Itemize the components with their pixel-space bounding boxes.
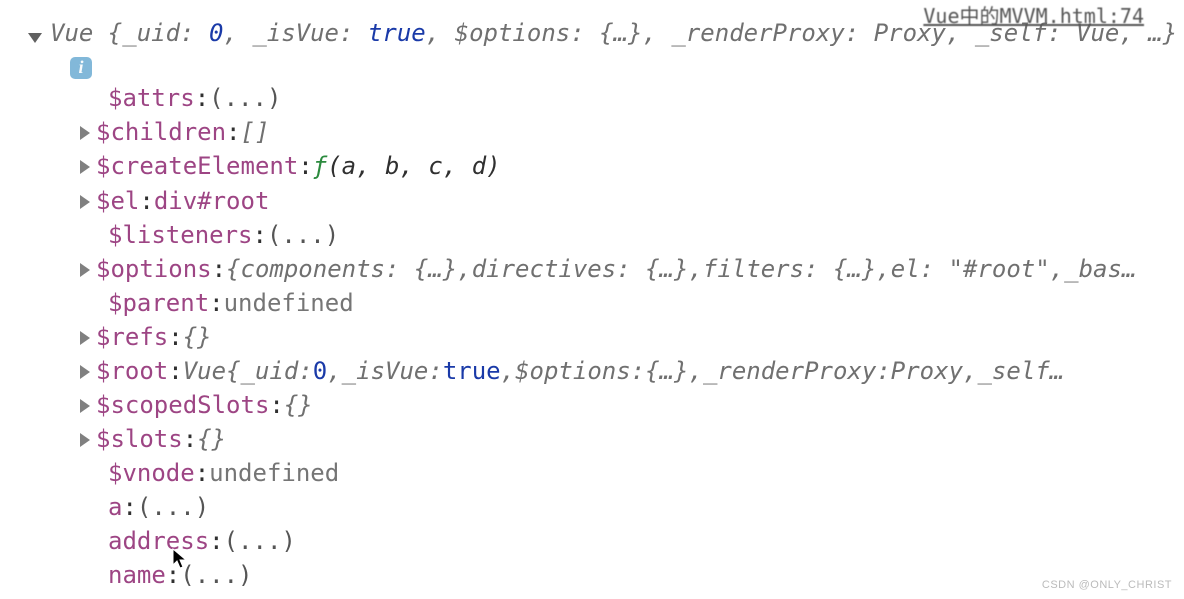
property-value: (...) xyxy=(209,81,281,115)
property-value: {} xyxy=(197,422,226,456)
property-value: {} xyxy=(284,388,313,422)
property-value: (...) xyxy=(137,490,209,524)
property-value: {} xyxy=(183,320,212,354)
property-key: $children xyxy=(96,115,226,149)
property-key: $attrs xyxy=(108,81,195,115)
chevron-right-icon[interactable] xyxy=(80,263,90,277)
property-key: $vnode xyxy=(108,456,195,490)
property-value: (...) xyxy=(224,524,296,558)
property-key: a xyxy=(108,490,122,524)
chevron-right-icon[interactable] xyxy=(80,160,90,174)
chevron-right-icon[interactable] xyxy=(80,195,90,209)
property-key: $createElement xyxy=(96,149,298,183)
property-key: $scopedSlots xyxy=(96,388,269,422)
chevron-right-icon[interactable] xyxy=(80,433,90,447)
property-row[interactable]: $vnode: undefined xyxy=(80,456,1184,490)
property-row[interactable]: $createElement: ƒ (a, b, c, d) xyxy=(80,149,1184,183)
property-row[interactable]: $root: Vue {_uid: 0, _isVue: true, $opti… xyxy=(80,354,1184,388)
chevron-right-icon[interactable] xyxy=(80,365,90,379)
property-row[interactable]: name: (...) xyxy=(80,558,1184,592)
property-row[interactable]: $attrs: (...) xyxy=(80,81,1184,115)
property-key: $parent xyxy=(108,286,209,320)
property-key: $options xyxy=(96,252,212,286)
property-value: undefined xyxy=(224,286,354,320)
watermark: CSDN @ONLY_CHRIST xyxy=(1042,579,1172,591)
property-value: [] xyxy=(241,115,270,149)
property-key: name xyxy=(108,558,166,592)
property-value: undefined xyxy=(209,456,339,490)
property-value: (...) xyxy=(180,558,252,592)
chevron-right-icon[interactable] xyxy=(80,399,90,413)
property-key: $listeners xyxy=(108,218,253,252)
info-icon[interactable]: i xyxy=(70,57,92,79)
property-row[interactable]: $parent: undefined xyxy=(80,286,1184,320)
source-file-link[interactable]: Vue中的MVVM.html:74 xyxy=(923,0,1144,29)
chevron-down-icon[interactable] xyxy=(28,33,42,43)
property-row[interactable]: $options: {components: {…}, directives: … xyxy=(80,252,1184,286)
function-glyph: ƒ xyxy=(313,149,327,183)
property-key: $root xyxy=(96,354,168,388)
property-key: address xyxy=(108,524,209,558)
console-output: Vue {_uid: 0, _isVue: true, $options: {…… xyxy=(0,0,1184,592)
property-row[interactable]: $scopedSlots: {} xyxy=(80,388,1184,422)
chevron-right-icon[interactable] xyxy=(80,126,90,140)
property-value: (...) xyxy=(267,218,339,252)
property-value: div#root xyxy=(154,184,270,218)
property-key: $el xyxy=(96,184,139,218)
object-properties: $attrs: (...)$children: []$createElement… xyxy=(28,81,1184,592)
property-row[interactable]: a: (...) xyxy=(80,490,1184,524)
property-row[interactable]: address: (...) xyxy=(80,524,1184,558)
property-row[interactable]: $listeners: (...) xyxy=(80,218,1184,252)
property-row[interactable]: $children: [] xyxy=(80,115,1184,149)
property-key: $slots xyxy=(96,422,183,456)
chevron-right-icon[interactable] xyxy=(80,331,90,345)
property-row[interactable]: $slots: {} xyxy=(80,422,1184,456)
property-row[interactable]: $el: div#root xyxy=(80,184,1184,218)
property-key: $refs xyxy=(96,320,168,354)
property-row[interactable]: $refs: {} xyxy=(80,320,1184,354)
